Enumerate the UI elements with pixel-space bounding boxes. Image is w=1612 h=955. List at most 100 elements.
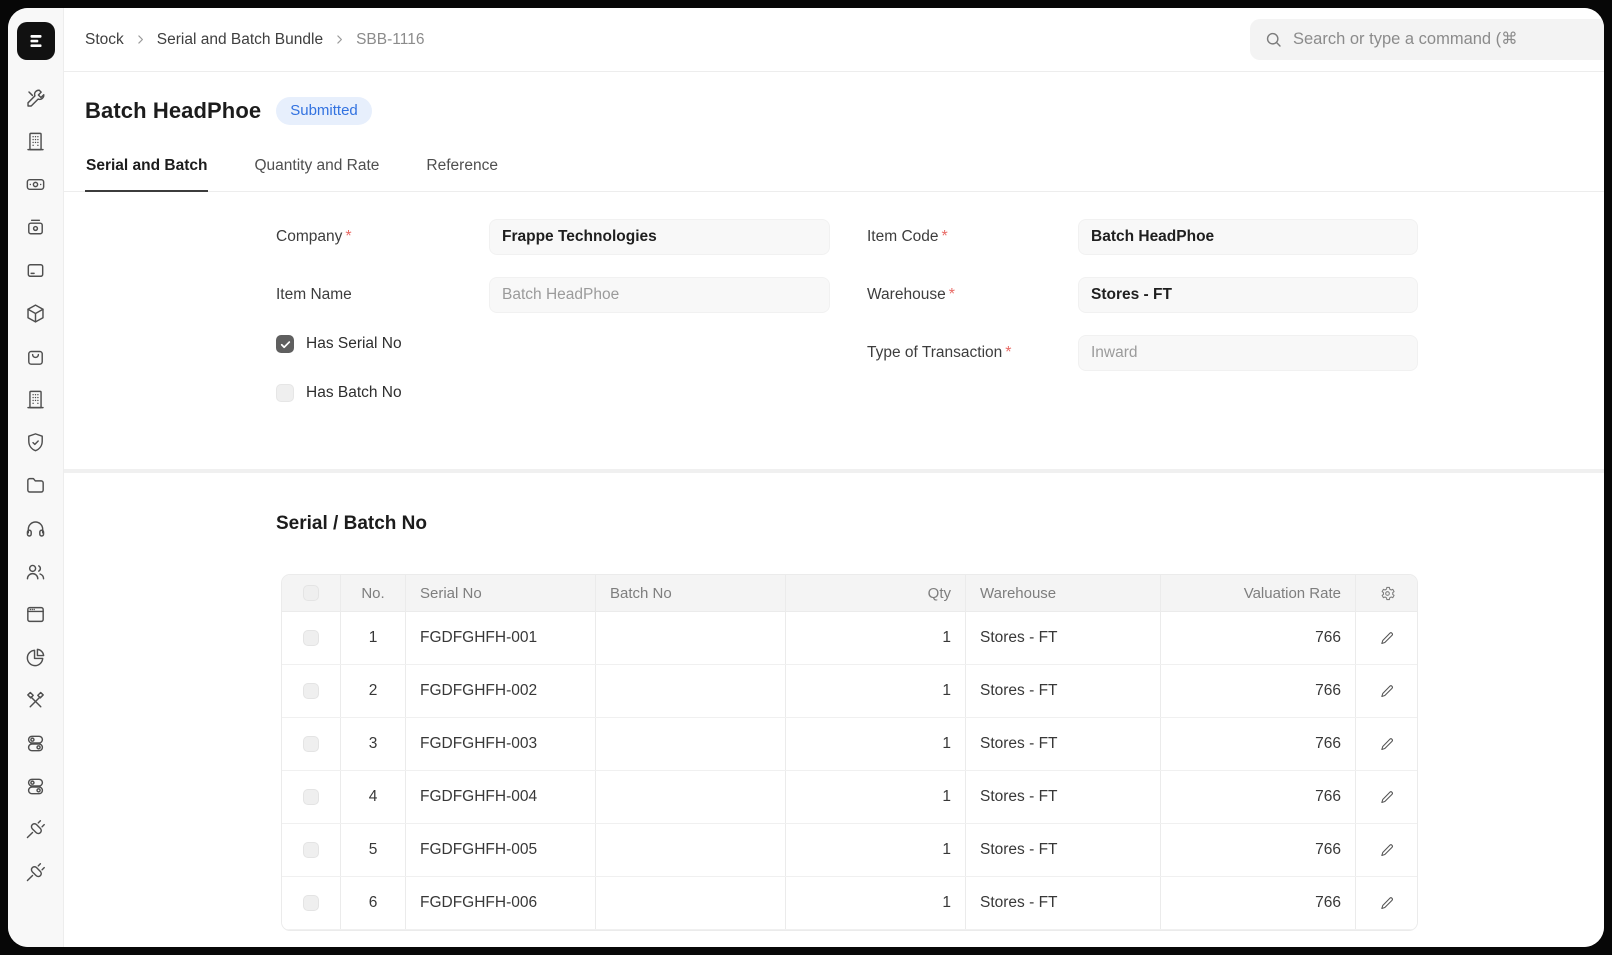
row-checkbox[interactable] [303, 895, 319, 911]
page-title: Batch HeadPhoe [85, 98, 261, 124]
edit-row-pencil-icon[interactable] [1379, 736, 1396, 753]
grid-settings-gear-icon[interactable] [1379, 585, 1396, 602]
item-name-field[interactable] [489, 277, 830, 313]
tab-quantity-and-rate[interactable]: Quantity and Rate [253, 149, 380, 192]
cell-batch-no[interactable] [596, 718, 786, 770]
edit-row-pencil-icon[interactable] [1379, 842, 1396, 859]
type-of-transaction-field[interactable] [1078, 335, 1418, 371]
briefcase-icon[interactable] [24, 215, 48, 239]
stock-box-icon[interactable] [24, 301, 48, 325]
type-of-transaction-label: Type of Transaction [867, 344, 1002, 361]
users-icon[interactable] [24, 559, 48, 583]
cell-serial-no[interactable]: FGDFGHFH-001 [406, 612, 596, 664]
global-search[interactable] [1250, 19, 1604, 60]
cell-qty[interactable]: 1 [786, 665, 966, 717]
cell-batch-no[interactable] [596, 877, 786, 929]
col-header-valuation-rate: Valuation Rate [1161, 575, 1356, 611]
table-row: 3FGDFGHFH-003 1Stores - FT766 [282, 718, 1417, 771]
card-icon[interactable] [24, 258, 48, 282]
tab-reference[interactable]: Reference [425, 149, 499, 192]
table-row: 6FGDFGHFH-0061Stores - FT766 [282, 877, 1417, 930]
breadcrumb-current-doc: SBB-1116 [356, 31, 424, 49]
col-header-serial-no: Serial No [406, 575, 596, 611]
edit-row-pencil-icon[interactable] [1379, 895, 1396, 912]
cell-valuation-rate[interactable]: 766 [1161, 877, 1356, 929]
shopping-bag-icon[interactable] [24, 344, 48, 368]
row-checkbox[interactable] [303, 630, 319, 646]
required-marker: * [345, 228, 351, 245]
has-batch-no-row: Has Batch No [276, 384, 830, 402]
cell-valuation-rate[interactable]: 766 [1161, 824, 1356, 876]
cell-qty[interactable]: 1 [786, 718, 966, 770]
shield-check-icon[interactable] [24, 430, 48, 454]
browser-window-icon[interactable] [24, 602, 48, 626]
plug-icon[interactable] [24, 817, 48, 841]
cell-valuation-rate[interactable]: 766 [1161, 612, 1356, 664]
select-all-checkbox[interactable] [303, 585, 319, 601]
building-icon[interactable] [24, 387, 48, 411]
has-batch-no-checkbox[interactable] [276, 384, 294, 402]
money-icon[interactable] [24, 172, 48, 196]
edit-row-pencil-icon[interactable] [1379, 683, 1396, 700]
item-code-label: Item Code [867, 228, 939, 245]
main-area: Stock Serial and Batch Bundle SBB-1116 B… [64, 8, 1604, 947]
cell-warehouse[interactable]: Stores - FT [966, 612, 1161, 664]
breadcrumb-serial-and-batch-bundle[interactable]: Serial and Batch Bundle [157, 31, 323, 49]
cell-no: 3 [341, 718, 406, 770]
cell-batch-no[interactable] [596, 612, 786, 664]
cell-serial-no[interactable]: FGDFGHFH-003 [406, 718, 596, 770]
cell-serial-no[interactable]: FGDFGHFH-004 [406, 771, 596, 823]
cell-warehouse[interactable]: Stores - FT [966, 877, 1161, 929]
tab-serial-and-batch[interactable]: Serial and Batch [85, 149, 208, 192]
table-row: 4FGDFGHFH-0041Stores - FT766 [282, 771, 1417, 824]
erpnext-logo-icon[interactable] [17, 22, 55, 60]
headphones-icon[interactable] [24, 516, 48, 540]
cell-no: 2 [341, 665, 406, 717]
plug-icon[interactable] [24, 860, 48, 884]
cell-serial-no[interactable]: FGDFGHFH-006 [406, 877, 596, 929]
cell-batch-no[interactable] [596, 771, 786, 823]
cell-warehouse[interactable]: Stores - FT [966, 665, 1161, 717]
cell-valuation-rate[interactable]: 766 [1161, 718, 1356, 770]
search-input[interactable] [1293, 30, 1604, 49]
pie-chart-icon[interactable] [24, 645, 48, 669]
cell-valuation-rate[interactable]: 766 [1161, 665, 1356, 717]
cell-qty[interactable]: 1 [786, 771, 966, 823]
building-icon[interactable] [24, 129, 48, 153]
cell-batch-no[interactable] [596, 824, 786, 876]
warehouse-field[interactable] [1078, 277, 1418, 313]
serial-batch-section: Serial / Batch No No. Serial No Batch No… [64, 473, 1604, 931]
toggles-icon[interactable] [24, 731, 48, 755]
edit-row-pencil-icon[interactable] [1379, 630, 1396, 647]
cell-serial-no[interactable]: FGDFGHFH-002 [406, 665, 596, 717]
cell-qty[interactable]: 1 [786, 612, 966, 664]
topbar: Stock Serial and Batch Bundle SBB-1116 [64, 8, 1604, 72]
col-header-qty: Qty [786, 575, 966, 611]
cell-qty[interactable]: 1 [786, 877, 966, 929]
has-serial-no-checkbox[interactable] [276, 335, 294, 353]
company-field[interactable] [489, 219, 830, 255]
row-checkbox[interactable] [303, 789, 319, 805]
row-checkbox[interactable] [303, 736, 319, 752]
sidebar [8, 8, 64, 947]
cell-batch-no[interactable] [596, 665, 786, 717]
row-checkbox[interactable] [303, 683, 319, 699]
item-code-field[interactable] [1078, 219, 1418, 255]
cell-warehouse[interactable]: Stores - FT [966, 718, 1161, 770]
edit-row-pencil-icon[interactable] [1379, 789, 1396, 806]
cell-qty[interactable]: 1 [786, 824, 966, 876]
cell-valuation-rate[interactable]: 766 [1161, 771, 1356, 823]
chevron-right-icon [134, 33, 147, 46]
breadcrumb-stock[interactable]: Stock [85, 31, 124, 49]
cell-serial-no[interactable]: FGDFGHFH-005 [406, 824, 596, 876]
tools-icon[interactable] [24, 86, 48, 110]
cell-warehouse[interactable]: Stores - FT [966, 771, 1161, 823]
cell-warehouse[interactable]: Stores - FT [966, 824, 1161, 876]
hammers-icon[interactable] [24, 688, 48, 712]
table-row: 1FGDFGHFH-0011Stores - FT766 [282, 612, 1417, 665]
row-checkbox[interactable] [303, 842, 319, 858]
toggles-icon[interactable] [24, 774, 48, 798]
cell-no: 5 [341, 824, 406, 876]
company-label: Company [276, 228, 342, 245]
folder-icon[interactable] [24, 473, 48, 497]
